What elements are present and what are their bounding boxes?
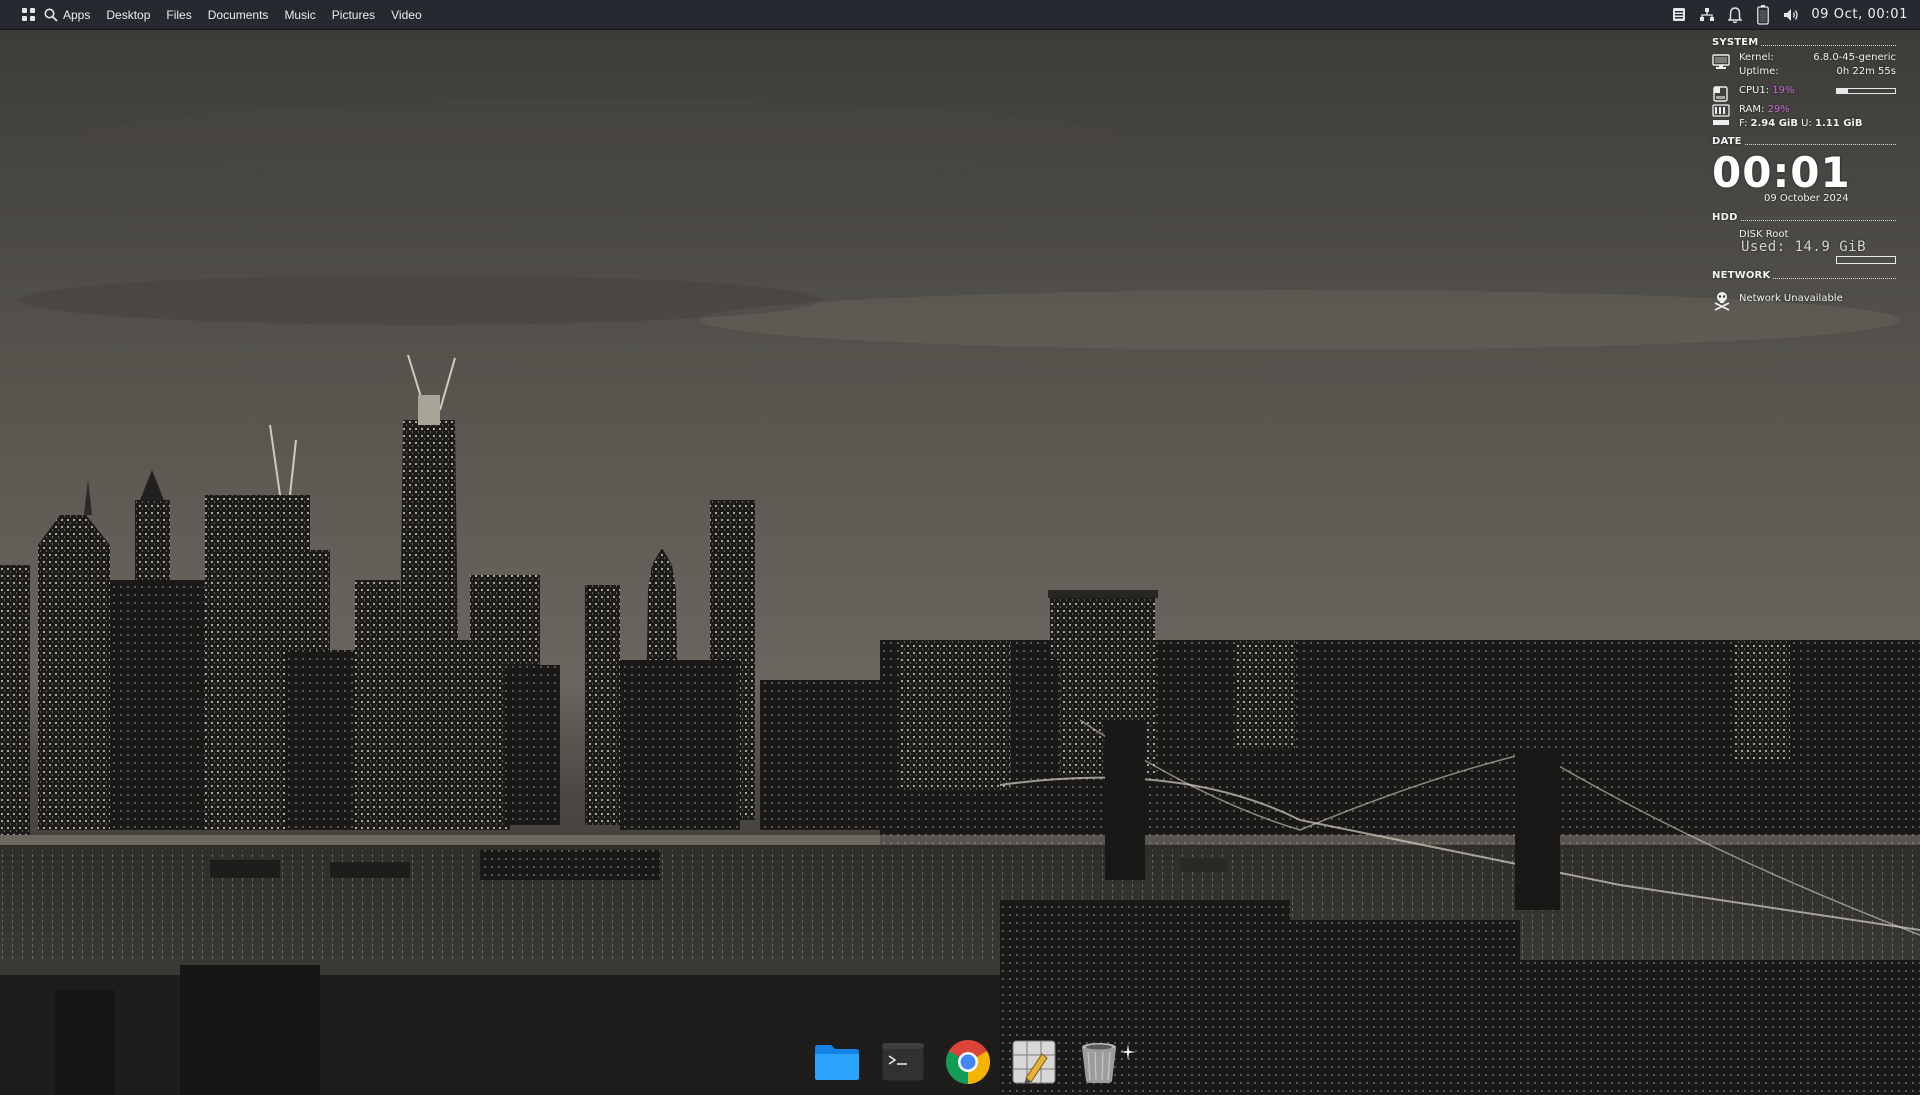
cpu-label: CPU1: 19% [1739,85,1795,96]
system-section-title: SYSTEM [1712,37,1759,48]
kernel-row: Kernel: 6.8.0-45-generic [1712,52,1896,69]
full-date: 09 October 2024 [1764,193,1849,204]
network-icon[interactable] [1693,0,1721,30]
panel-clock[interactable]: 09 Oct, 00:01 [1805,7,1914,22]
hdd-section-title: HDD [1712,212,1738,223]
hdd-section-header: HDD [1712,211,1896,224]
system-section-header: SYSTEM [1712,36,1896,49]
apps-menu-button[interactable]: Apps [61,0,98,30]
apps-grid-icon[interactable] [22,7,38,23]
trash-icon[interactable] [1074,1037,1124,1087]
chrome-icon[interactable] [943,1037,993,1087]
kernel-label: Kernel: [1739,52,1774,63]
search-icon[interactable] [44,7,60,23]
section-divider [1740,214,1896,221]
system-tray: 09 Oct, 00:01 [1665,0,1920,29]
network-status-row: Network Unavailable [1712,287,1896,313]
sparkle-icon [1120,1044,1136,1060]
dock [808,1036,1128,1088]
network-section-header: NETWORK [1712,269,1896,282]
memory-detail-row: F: 2.94 GiB U: 1.11 GiB [1712,118,1896,132]
cpu-row: CPU1: 19% [1712,85,1896,102]
memory-detail: F: 2.94 GiB U: 1.11 GiB [1739,118,1863,129]
big-clock: 00:01 [1712,148,1851,197]
network-section-title: NETWORK [1712,270,1771,281]
place-link-files[interactable]: Files [158,0,199,30]
place-link-documents[interactable]: Documents [200,0,277,30]
uptime-row: Uptime: 0h 22m 55s [1712,66,1896,80]
top-panel: Apps Desktop Files Documents Music Pictu… [0,0,1920,30]
place-link-music[interactable]: Music [276,0,323,30]
memory-used-value: 1.11 GiB [1815,118,1863,129]
files-folder-icon[interactable] [812,1037,862,1087]
menu-icon[interactable] [1665,0,1693,30]
text-editor-icon[interactable] [1009,1037,1059,1087]
conky-widget: SYSTEM Kernel: 6.8.0-45-generic Uptime: … [1712,36,1896,313]
memory-free-value: 2.94 GiB [1750,118,1798,129]
volume-icon[interactable] [1777,0,1805,30]
uptime-value: 0h 22m 55s [1836,66,1896,77]
network-status-text: Network Unavailable [1739,293,1843,304]
battery-icon[interactable] [1749,0,1777,30]
disk-usage-bar [1836,256,1896,264]
place-link-video[interactable]: Video [383,0,429,30]
cpu-percent: 19% [1772,85,1795,96]
section-divider [1761,39,1896,46]
skull-crossbones-icon [1713,291,1733,311]
date-section-header: DATE [1712,135,1896,148]
cpu-usage-fill [1837,89,1849,93]
panel-left: Apps Desktop Files Documents Music Pictu… [0,0,430,29]
desktop-wallpaper [0,0,1920,1095]
section-divider [1744,138,1896,145]
place-link-pictures[interactable]: Pictures [324,0,383,30]
cpu-icon [1712,85,1732,105]
ram-label: RAM: 29% [1739,104,1790,115]
terminal-icon[interactable] [878,1037,928,1087]
ram-row: RAM: 29% [1712,104,1896,125]
ram-percent: 29% [1767,104,1790,115]
disk-used-value: Used: 14.9 GiB [1741,239,1867,255]
uptime-label: Uptime: [1739,66,1779,77]
kernel-value: 6.8.0-45-generic [1813,52,1896,63]
place-link-desktop[interactable]: Desktop [98,0,158,30]
section-divider [1773,272,1896,279]
cpu-usage-bar [1836,88,1896,94]
bell-icon[interactable] [1721,0,1749,30]
date-section-title: DATE [1712,136,1742,147]
